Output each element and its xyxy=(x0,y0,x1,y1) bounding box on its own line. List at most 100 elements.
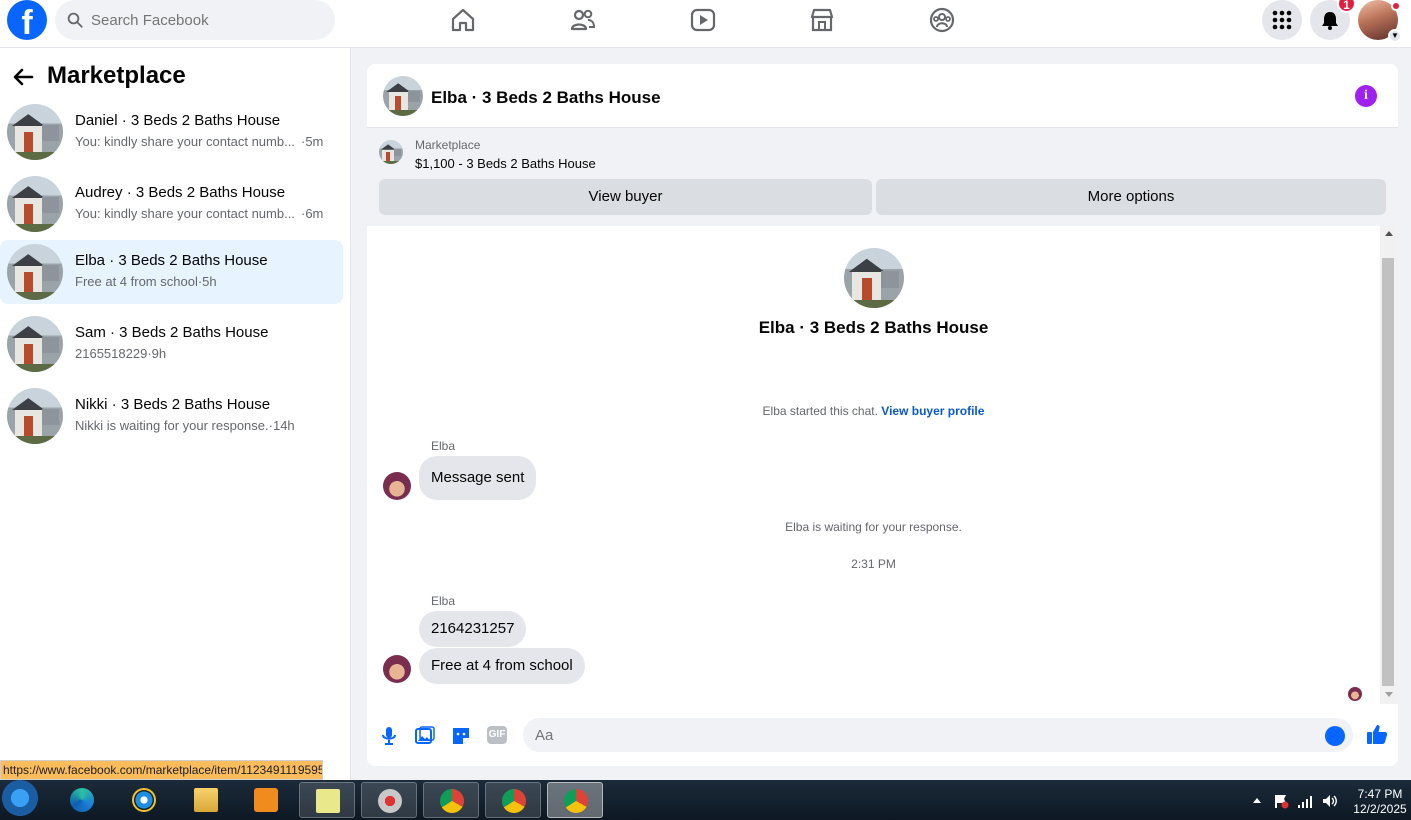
conversation-name: Sam · 3 Beds 2 Baths House xyxy=(75,324,269,341)
conversation-preview: You: kindly share your contact numb... xyxy=(75,134,295,149)
conversation-preview: 2165518229·9h xyxy=(75,346,167,361)
message-composer: GIF xyxy=(367,710,1398,760)
scroll-thumb[interactable] xyxy=(1382,258,1394,686)
sticker-icon[interactable] xyxy=(451,726,471,746)
waiting-notice: Elba is waiting for your response. xyxy=(785,520,962,534)
file-explorer-app[interactable] xyxy=(178,782,234,818)
search-icon xyxy=(67,12,83,28)
conversation-name: Daniel · 3 Beds 2 Baths House xyxy=(75,112,281,129)
conversation-preview: You: kindly share your contact numb... xyxy=(75,206,295,221)
message-bubble[interactable]: Free at 4 from school xyxy=(419,648,585,684)
media-player-app[interactable] xyxy=(238,782,294,818)
conversation-item-sam[interactable]: Sam · 3 Beds 2 Baths House 2165518229·9h xyxy=(0,312,343,376)
conversation-name: Elba · 3 Beds 2 Baths House xyxy=(75,252,268,269)
top-navigation-bar: f 1 ▼ xyxy=(0,0,1411,48)
status-dot xyxy=(1391,1,1401,11)
video-icon[interactable] xyxy=(689,6,717,34)
message-sender: Elba xyxy=(431,594,456,608)
grid-menu-icon xyxy=(1272,10,1292,30)
listing-thumbnail xyxy=(7,176,63,232)
link-preview-status: https://www.facebook.com/marketplace/ite… xyxy=(0,760,323,780)
info-icon[interactable]: i xyxy=(1355,85,1377,107)
scrollbar[interactable] xyxy=(1380,226,1398,704)
buyer-avatar[interactable] xyxy=(383,655,411,683)
notification-badge: 1 xyxy=(1337,0,1356,13)
marketplace-icon[interactable] xyxy=(808,6,836,34)
chrome-app-3[interactable] xyxy=(547,782,603,818)
conversation-name: Audrey · 3 Beds 2 Baths House xyxy=(75,184,286,201)
listing-thumbnail xyxy=(379,140,403,164)
chat-window: Elba · 3 Beds 2 Baths House i Marketplac… xyxy=(367,64,1398,766)
notifications-button[interactable]: 1 xyxy=(1310,0,1356,40)
edge-app[interactable] xyxy=(54,782,110,818)
scroll-down-arrow[interactable] xyxy=(1385,692,1393,697)
message-input[interactable] xyxy=(523,718,1353,752)
conversation-time: ·6m xyxy=(301,206,324,221)
facebook-logo[interactable]: f xyxy=(7,0,47,40)
seen-indicator-avatar xyxy=(1348,687,1362,701)
marketplace-label: Marketplace xyxy=(415,138,481,152)
thread-title: Elba · 3 Beds 2 Baths House xyxy=(758,318,989,337)
chrome-app-1[interactable] xyxy=(423,782,479,818)
volume-icon[interactable] xyxy=(1321,793,1339,809)
message-bubble[interactable]: Message sent xyxy=(419,456,537,500)
message-timestamp: 2:31 PM xyxy=(851,557,896,571)
conversation-item-nikki[interactable]: Nikki · 3 Beds 2 Baths House Nikki is wa… xyxy=(0,384,343,448)
network-signal-icon[interactable] xyxy=(1297,793,1315,809)
view-buyer-button[interactable]: View buyer xyxy=(379,179,872,215)
friends-icon[interactable] xyxy=(569,6,597,34)
conversation-item-elba[interactable]: Elba · 3 Beds 2 Baths House Free at 4 fr… xyxy=(0,240,343,304)
internet-explorer-app[interactable] xyxy=(116,782,172,818)
conversation-item-daniel[interactable]: Daniel · 3 Beds 2 Baths House You: kindl… xyxy=(0,100,343,164)
more-options-button[interactable]: More options xyxy=(876,179,1386,215)
gif-button[interactable]: GIF xyxy=(487,726,507,744)
chrome-app-2[interactable] xyxy=(485,782,541,818)
message-sender: Elba xyxy=(431,439,456,453)
chevron-down-icon[interactable]: ▼ xyxy=(1388,29,1402,43)
clock-time: 7:47 PM xyxy=(1357,787,1403,801)
chat-started-notice: Elba started this chat. View buyer profi… xyxy=(367,404,1380,418)
view-buyer-profile-link[interactable]: View buyer profile xyxy=(881,404,984,418)
photo-icon[interactable] xyxy=(415,726,435,746)
marketplace-listing-bar: Marketplace $1,100 - 3 Beds 2 Baths Hous… xyxy=(367,128,1398,226)
menu-button[interactable] xyxy=(1262,0,1302,40)
listing-thumbnail xyxy=(7,104,63,160)
windows-taskbar: 7:47 PM 12/2/2025 xyxy=(0,780,1411,820)
conversation-preview: Nikki is waiting for your response.·14h xyxy=(75,418,295,433)
chat-started-text: Elba started this chat. xyxy=(762,404,878,418)
listing-thumbnail[interactable] xyxy=(383,76,423,116)
chat-title[interactable]: Elba · 3 Beds 2 Baths House xyxy=(431,88,661,108)
conversation-item-audrey[interactable]: Audrey · 3 Beds 2 Baths House You: kindl… xyxy=(0,172,343,236)
listing-thumbnail xyxy=(7,244,63,300)
start-button[interactable] xyxy=(0,780,40,820)
home-icon[interactable] xyxy=(449,6,477,34)
scroll-up-arrow[interactable] xyxy=(1385,231,1393,236)
groups-icon[interactable] xyxy=(928,6,956,34)
search-box[interactable] xyxy=(55,0,335,40)
listing-thumbnail xyxy=(7,316,63,372)
like-thumb-icon[interactable] xyxy=(1366,723,1388,745)
conversation-preview: Free at 4 from school·5h xyxy=(75,274,217,289)
page-title: Marketplace xyxy=(47,62,186,89)
marketplace-inbox-panel: Marketplace Daniel · 3 Beds 2 Baths Hous… xyxy=(0,48,351,780)
buyer-avatar[interactable] xyxy=(383,472,411,500)
bell-icon xyxy=(1322,12,1338,30)
chat-header: Elba · 3 Beds 2 Baths House i xyxy=(367,64,1398,128)
snipping-tool-app[interactable] xyxy=(361,782,417,818)
show-hidden-icons-icon[interactable] xyxy=(1252,796,1262,804)
clock-date: 12/2/2025 xyxy=(1353,802,1407,816)
listing-price-title[interactable]: $1,100 - 3 Beds 2 Baths House xyxy=(415,156,596,171)
listing-thumbnail xyxy=(7,388,63,444)
conversation-name: Nikki · 3 Beds 2 Baths House xyxy=(75,396,271,413)
message-bubble[interactable]: 2164231257 xyxy=(419,611,527,647)
microphone-icon[interactable] xyxy=(379,726,399,746)
emoji-icon[interactable] xyxy=(1325,726,1345,746)
sticky-notes-app[interactable] xyxy=(299,782,355,818)
action-center-flag-icon[interactable] xyxy=(1273,793,1289,809)
system-clock[interactable]: 7:47 PM 12/2/2025 xyxy=(1352,787,1408,817)
listing-thumbnail xyxy=(844,248,904,308)
search-input[interactable] xyxy=(91,0,321,40)
profile-avatar[interactable]: ▼ xyxy=(1358,0,1402,43)
message-thread: Elba · 3 Beds 2 Baths House Elba started… xyxy=(367,226,1380,704)
back-arrow-icon[interactable] xyxy=(12,66,34,88)
